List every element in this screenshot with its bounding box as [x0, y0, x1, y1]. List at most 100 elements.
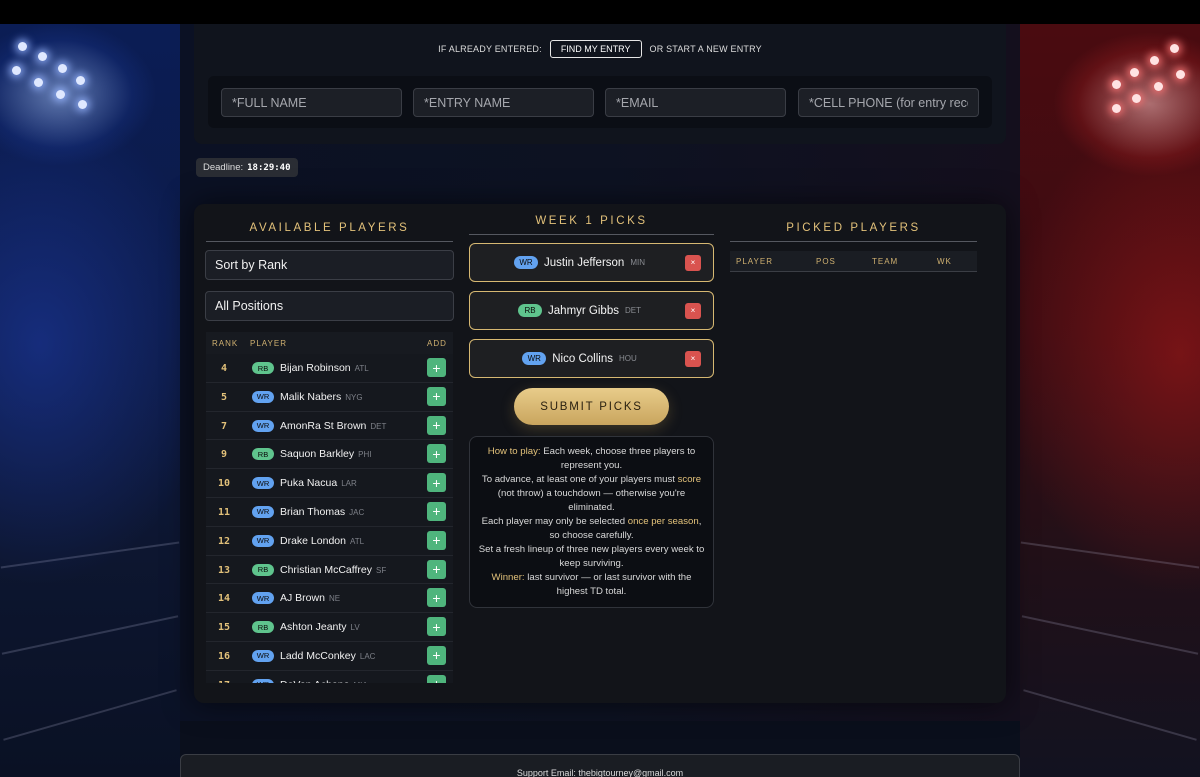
table-row: 4 RB Bijan Robinson ATL +: [206, 354, 453, 383]
field-line: [1023, 689, 1197, 741]
player-team: DET: [370, 421, 387, 431]
player-rank: 17: [206, 680, 242, 683]
player-name: Saquon Barkley: [280, 448, 355, 461]
rank-column-header: RANK: [212, 339, 239, 348]
player-rank: 12: [217, 535, 231, 547]
table-row: 17 WR DeVon Achane MIA +: [206, 671, 453, 683]
player-team: PHI: [358, 450, 372, 460]
find-my-entry-button[interactable]: FIND MY ENTRY: [549, 40, 642, 58]
table-row: 16 WR Ladd McConkey LAC +: [206, 642, 453, 671]
add-player-button[interactable]: +: [427, 588, 446, 608]
field-line: [1, 615, 179, 655]
player-name-cell: AmonRa St Brown DET: [280, 420, 386, 432]
player-rank: 11: [217, 506, 231, 518]
player-team: ATL: [349, 536, 365, 546]
add-player-button[interactable]: +: [427, 501, 446, 521]
pick-card: RB Jahmyr Gibbs DET ×: [469, 291, 714, 330]
picked-wk-column-header: WK: [937, 257, 952, 266]
stadium-light: [18, 42, 27, 51]
deadline-badge: Deadline: 18:29:40: [196, 158, 298, 177]
submit-picks-button[interactable]: SUBMIT PICKS: [514, 388, 669, 425]
howto-line: Winner: last survivor — or last survivor…: [478, 571, 705, 599]
remove-pick-button[interactable]: ×: [685, 303, 701, 319]
available-list-header: RANK PLAYER ADD: [206, 332, 453, 354]
remove-pick-button[interactable]: ×: [685, 351, 701, 367]
cell-phone-input[interactable]: [798, 88, 979, 117]
table-row: 7 WR AmonRa St Brown DET +: [206, 412, 453, 441]
howto-label: How to play:: [487, 446, 541, 457]
stadium-light: [56, 90, 65, 99]
player-name: Bijan Robinson: [280, 362, 351, 374]
add-player-button[interactable]: +: [427, 358, 446, 377]
stadium-light: [58, 64, 67, 73]
table-row: 12 WR Drake London ATL +: [206, 527, 453, 556]
player-rank: 4: [220, 363, 228, 374]
deadline-countdown: 18:29:40: [247, 162, 291, 173]
player-team: NE: [328, 594, 341, 604]
howto-line: How to play: Each week, choose three pla…: [478, 445, 705, 473]
stadium-light: [1170, 44, 1179, 53]
add-player-button[interactable]: +: [427, 415, 446, 435]
player-rank: 13: [217, 564, 231, 576]
add-player-button[interactable]: +: [427, 530, 446, 550]
player-name-cell: Drake London ATL: [280, 535, 364, 547]
support-email: Support Email: thebigtourney@gmail.com: [516, 768, 684, 777]
stadium-background-left: [0, 24, 180, 777]
howto-text: Each week, choose three players to repre…: [540, 446, 696, 471]
pick-card: WR Justin Jefferson MIN ×: [469, 243, 714, 282]
position-badge: RB: [252, 621, 274, 634]
picked-player-column-header: PLAYER: [736, 257, 773, 266]
add-player-button[interactable]: +: [427, 645, 446, 665]
player-name: AJ Brown: [280, 592, 325, 605]
top-bar: [0, 0, 1200, 24]
sort-select[interactable]: Sort by Rank: [205, 250, 454, 280]
player-rank: 10: [217, 478, 231, 490]
position-filter-select[interactable]: All Positions: [205, 291, 454, 321]
position-badge: WR: [252, 534, 274, 547]
already-entered-text: IF ALREADY ENTERED:: [438, 44, 542, 54]
player-name-cell: AJ Brown NE: [280, 592, 340, 604]
position-badge: WR: [252, 505, 274, 518]
add-player-button[interactable]: +: [427, 674, 446, 683]
player-name-cell: Christian McCaffrey SF: [280, 564, 386, 576]
entry-name-input[interactable]: [413, 88, 594, 117]
section-divider: [206, 241, 453, 242]
add-player-button[interactable]: +: [427, 386, 446, 406]
howto-highlight: score: [677, 474, 702, 485]
entry-lookup-row: IF ALREADY ENTERED: FIND MY ENTRY OR STA…: [194, 40, 1006, 58]
stadium-light: [1176, 70, 1185, 79]
player-team: SF: [376, 565, 387, 575]
pick-player-name: Jahmyr Gibbs: [548, 304, 619, 317]
stadium-light: [1112, 104, 1121, 113]
howto-highlight: once per season: [627, 516, 699, 527]
player-team: NYG: [345, 392, 363, 402]
position-badge: WR: [252, 390, 274, 403]
remove-pick-button[interactable]: ×: [685, 255, 701, 271]
howto-line: Set a fresh lineup of three new players …: [478, 544, 705, 569]
pick-card: WR Nico Collins HOU ×: [469, 339, 714, 378]
table-row: 14 WR AJ Brown NE +: [206, 584, 453, 614]
available-players-title: AVAILABLE PLAYERS: [249, 222, 410, 234]
add-player-button[interactable]: +: [427, 473, 446, 493]
howto-text: Each player may only be selected: [481, 516, 628, 527]
player-name-cell: DeVon Achane MIA: [280, 679, 368, 683]
full-name-input[interactable]: [221, 88, 402, 117]
table-row: 11 WR Brian Thomas JAC +: [206, 498, 453, 527]
add-player-button[interactable]: +: [427, 559, 446, 579]
add-player-button[interactable]: +: [427, 444, 446, 464]
add-player-button[interactable]: +: [427, 617, 446, 637]
picked-players-table-header: PLAYER POS TEAM WK: [730, 251, 977, 272]
howto-line: To advance, at least one of your players…: [478, 473, 705, 515]
field-line: [1020, 541, 1200, 569]
email-input[interactable]: [605, 88, 786, 117]
available-players-list[interactable]: 4 RB Bijan Robinson ATL +5 WR Malik Nabers NYG +…: [206, 354, 453, 683]
position-badge: WR: [522, 352, 547, 365]
field-line: [1021, 615, 1199, 655]
player-rank: 14: [217, 593, 231, 605]
player-team: JAC: [349, 507, 365, 517]
position-badge: RB: [518, 304, 543, 317]
player-column-header: PLAYER: [250, 339, 287, 348]
player-name: Ashton Jeanty: [280, 621, 347, 634]
player-name-cell: Puka Nacua LAR: [280, 477, 357, 489]
player-name: Puka Nacua: [280, 477, 338, 490]
